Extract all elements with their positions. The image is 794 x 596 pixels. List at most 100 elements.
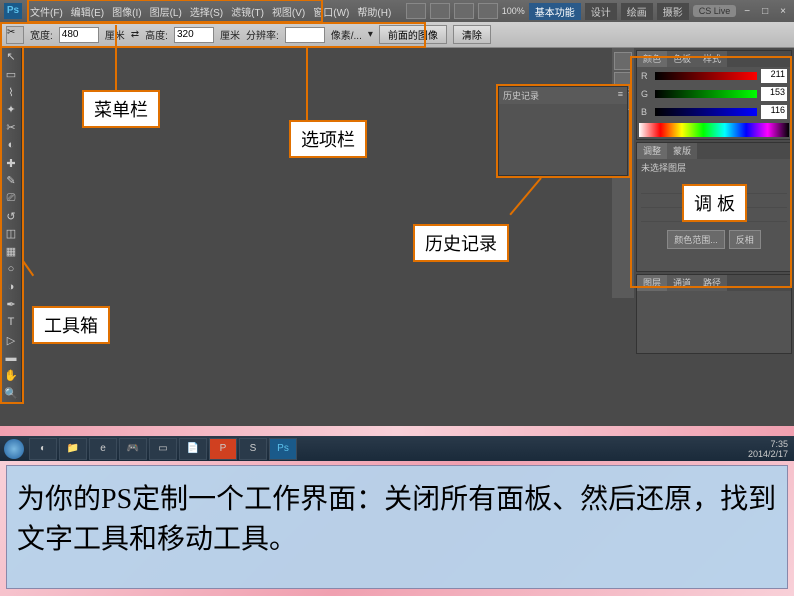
maximize-icon[interactable]: □ [758,6,772,17]
type-tool[interactable]: T [0,314,22,332]
menu-window[interactable]: 窗口(W) [309,4,353,19]
tab-adjustments[interactable]: 调整 [637,143,667,159]
height-label: 高度: [145,27,168,42]
callout-history: 历史记录 [413,224,509,262]
height-unit: 厘米 [220,27,240,42]
cslive-button[interactable]: CS Live [693,5,737,17]
resolution-unit: 像素/... [331,27,362,42]
minibridge-icon[interactable] [430,3,450,19]
start-button[interactable] [0,436,28,461]
move-tool[interactable]: ↖ [0,48,22,66]
tab-channels[interactable]: 通道 [667,275,697,291]
front-image-button[interactable]: 前面的图像 [379,25,447,44]
b-value[interactable]: 116 [761,105,787,119]
r-value[interactable]: 211 [761,69,787,83]
menu-help[interactable]: 帮助(H) [353,4,395,19]
system-tray[interactable]: 7:35 2014/2/17 [742,439,794,459]
screenmode-icon[interactable] [478,3,498,19]
close-icon[interactable]: × [776,6,790,17]
arrange-icon[interactable] [454,3,474,19]
taskbar-powerpoint[interactable]: P [209,438,237,460]
taskbar-ie[interactable]: e [89,438,117,460]
instruction-text: 为你的PS定制一个工作界面：关闭所有面板、然后还原，找到文字工具和移动工具。 [6,465,788,589]
eraser-tool[interactable]: ◫ [0,225,22,243]
windows-taskbar: ◐ 📁 e 🎮 ▭ 📄 P S Ps 7:35 2014/2/17 [0,436,794,461]
hand-tool[interactable]: ✋ [0,367,22,385]
stamp-tool[interactable]: ⎚ [0,190,22,208]
g-slider[interactable] [655,90,757,98]
taskbar-app-5[interactable]: ▭ [149,438,177,460]
tab-layers[interactable]: 图层 [637,275,667,291]
clear-button[interactable]: 清除 [453,25,491,44]
menu-select[interactable]: 选择(S) [186,4,227,19]
history-panel[interactable]: 历史记录 ≡ [498,86,628,176]
minimize-icon[interactable]: − [740,6,754,17]
crop-tool-icon[interactable]: ✂ [6,26,24,44]
menu-file[interactable]: 文件(F) [26,4,67,19]
taskbar-app-4[interactable]: 🎮 [119,438,147,460]
workspace-photography[interactable]: 摄影 [657,3,689,20]
gradient-tool[interactable]: ▦ [0,243,22,261]
color-spectrum[interactable] [639,123,789,137]
width-input[interactable] [59,27,99,43]
blur-tool[interactable]: ○ [0,260,22,278]
ps-logo-icon: Ps [4,3,22,19]
menu-layer[interactable]: 图层(L) [146,4,186,19]
crop-tool[interactable]: ✂ [0,119,22,137]
taskbar-app-1[interactable]: ◐ [29,438,57,460]
pink-strip [0,426,794,436]
width-label: 宽度: [30,27,53,42]
zoom-tool[interactable]: 🔍 [0,384,22,402]
r-slider[interactable] [655,72,757,80]
panels-area: 颜色 色板 样式 R 211 G 153 B 116 [634,48,794,402]
brush-tool[interactable]: ✎ [0,172,22,190]
workspace-design[interactable]: 设计 [585,3,617,20]
taskbar-app-6[interactable]: 📄 [179,438,207,460]
tray-date: 2014/2/17 [748,449,788,459]
b-slider[interactable] [655,108,757,116]
color-panel: 颜色 色板 样式 R 211 G 153 B 116 [636,50,792,140]
resolution-input[interactable] [285,27,325,43]
status-bar [0,402,794,426]
callout-line [306,48,308,121]
tab-color[interactable]: 颜色 [637,51,667,67]
swap-icon[interactable]: ⇄ [131,29,139,40]
tab-masks[interactable]: 蒙版 [667,143,697,159]
adjust-title: 未选择图层 [637,159,791,176]
tab-paths[interactable]: 路径 [697,275,727,291]
lasso-tool[interactable]: ⌇ [0,83,22,101]
taskbar-sogou[interactable]: S [239,438,267,460]
menu-view[interactable]: 视图(V) [268,4,309,19]
workspace-essentials[interactable]: 基本功能 [529,3,581,20]
windows-orb-icon [4,439,24,459]
zoom-level[interactable]: 100% [502,6,525,16]
dropdown-icon[interactable]: ▾ [368,29,373,40]
eyedropper-tool[interactable]: ◐ [0,137,22,155]
healing-tool[interactable]: ✚ [0,154,22,172]
dodge-tool[interactable]: ◑ [0,278,22,296]
bridge-icon[interactable] [406,3,426,19]
options-bar: ✂ 宽度: 厘米 ⇄ 高度: 厘米 分辨率: 像素/... ▾ 前面的图像 清除 [0,22,794,48]
tray-time: 7:35 [748,439,788,449]
panel-menu-icon[interactable]: ≡ [618,89,623,102]
dock-icon-1[interactable] [614,52,632,70]
color-range-button[interactable]: 颜色范围... [667,230,725,249]
menu-filter[interactable]: 滤镜(T) [227,4,268,19]
workspace-painting[interactable]: 绘画 [621,3,653,20]
history-brush-tool[interactable]: ↺ [0,207,22,225]
marquee-tool[interactable]: ▭ [0,66,22,84]
tab-styles[interactable]: 样式 [697,51,727,67]
tab-swatches[interactable]: 色板 [667,51,697,67]
taskbar-explorer[interactable]: 📁 [59,438,87,460]
menu-edit[interactable]: 编辑(E) [67,4,108,19]
menu-image[interactable]: 图像(I) [108,4,145,19]
shape-tool[interactable]: ▬ [0,349,22,367]
wand-tool[interactable]: ✦ [0,101,22,119]
height-input[interactable] [174,27,214,43]
path-tool[interactable]: ▷ [0,331,22,349]
b-label: B [641,107,651,117]
invert-button[interactable]: 反相 [729,230,761,249]
taskbar-photoshop[interactable]: Ps [269,438,297,460]
g-value[interactable]: 153 [761,87,787,101]
pen-tool[interactable]: ✒ [0,296,22,314]
